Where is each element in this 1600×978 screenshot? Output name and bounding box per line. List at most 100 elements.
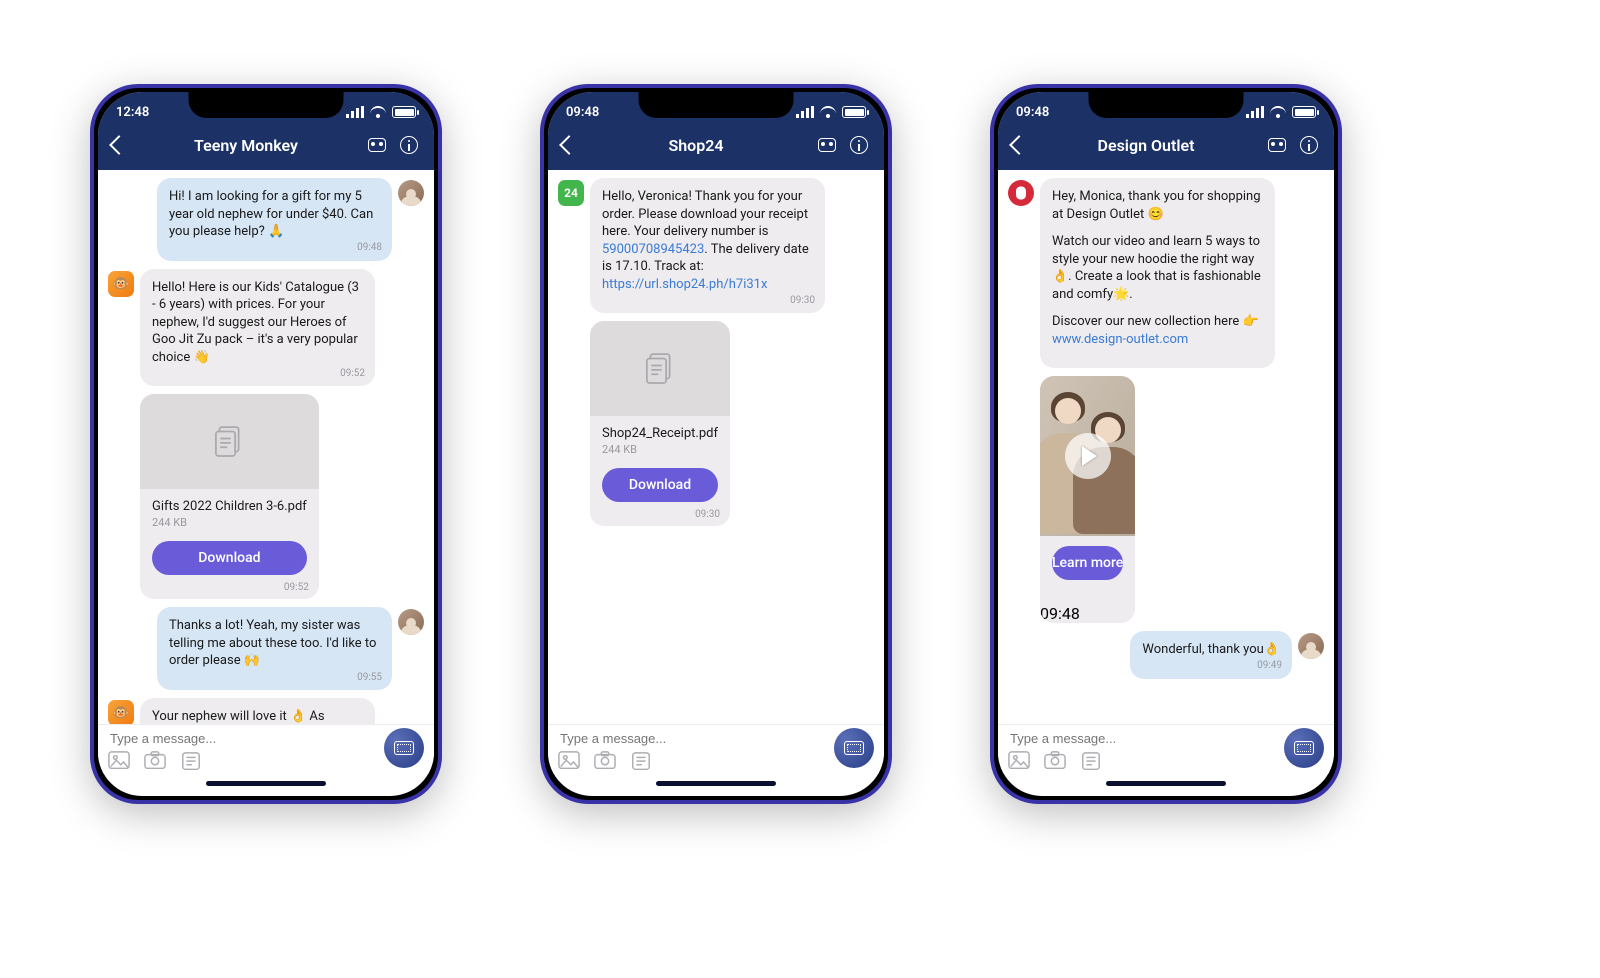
signal-icon (346, 106, 364, 118)
user-avatar (1298, 633, 1324, 659)
phone-notch (1089, 92, 1244, 118)
phone-screen: 09:48 Shop24 24 Hello, Veronica! Thank you … (548, 92, 884, 796)
document-icon (208, 421, 250, 463)
phone-frame: 09:48 Shop24 24 Hello, Veronica! Thank you … (540, 84, 892, 804)
chat-title: Design Outlet (1036, 136, 1256, 155)
chat-title: Shop24 (586, 136, 806, 155)
phone-notch (189, 92, 344, 118)
phone-frame: 12:48Teeny MonkeyHi! I am looking for a … (90, 84, 442, 804)
keyboard-toggle-button[interactable] (834, 728, 874, 768)
message-input[interactable] (1008, 727, 1272, 749)
battery-icon (1292, 106, 1316, 118)
navbar: Design Outlet (998, 126, 1334, 170)
keyboard-icon (1294, 741, 1314, 755)
back-button[interactable] (1009, 135, 1029, 155)
camera-icon[interactable] (144, 751, 166, 771)
note-icon[interactable] (1080, 751, 1102, 771)
composer (998, 724, 1334, 774)
message-text: Thanks a lot! Yeah, my sister was tellin… (169, 617, 380, 670)
bot-avatar: 24 (558, 180, 584, 206)
signal-icon (1246, 106, 1264, 118)
download-button[interactable]: Download (152, 541, 307, 575)
bot-avatar (108, 271, 134, 297)
message-row: Learn more 09:48 (1008, 376, 1324, 623)
info-button[interactable] (848, 134, 870, 156)
bot-menu-button[interactable] (366, 134, 388, 156)
link[interactable]: 59000708945423 (602, 242, 704, 257)
message-row: Thanks a lot! Yeah, my sister was tellin… (108, 607, 424, 690)
chat-area: 24 Hello, Veronica! Thank you for your or… (548, 170, 884, 724)
video-attachment: Learn more 09:48 (1040, 376, 1135, 623)
bot-icon (818, 138, 836, 152)
keyboard-icon (844, 741, 864, 755)
phone-notch (639, 92, 794, 118)
message-text: Your nephew will love it 👌 As requested … (152, 708, 363, 724)
message-row: Gifts 2022 Children 3-6.pdf244 KBDownloa… (108, 394, 424, 599)
message-timestamp: 09:49 (1257, 659, 1282, 673)
back-button[interactable] (109, 135, 129, 155)
keyboard-icon (394, 741, 414, 755)
note-icon[interactable] (630, 751, 652, 771)
phone-screen: 12:48Teeny MonkeyHi! I am looking for a … (98, 92, 434, 796)
status-time: 09:48 (566, 105, 599, 120)
message-text: Hello! Here is our Kids' Catalogue (3 - … (152, 279, 363, 367)
document-icon (639, 348, 681, 390)
download-button[interactable]: Download (602, 468, 718, 502)
bot-menu-button[interactable] (816, 134, 838, 156)
signal-icon (796, 106, 814, 118)
keyboard-toggle-button[interactable] (1284, 728, 1324, 768)
message-timestamp: 09:48 (357, 241, 382, 255)
message-input[interactable] (558, 727, 822, 749)
user-message: Hi! I am looking for a gift for my 5 yea… (157, 178, 392, 261)
message-timestamp: 09:52 (284, 582, 309, 593)
file-name: Gifts 2022 Children 3-6.pdf (152, 499, 307, 514)
wifi-icon (370, 106, 386, 118)
camera-icon[interactable] (1044, 751, 1066, 771)
link[interactable]: https://url.shop24.ph/ (602, 277, 729, 292)
status-time: 09:48 (1016, 105, 1049, 120)
gallery-icon[interactable] (1008, 751, 1030, 771)
chat-title: Teeny Monkey (136, 136, 356, 155)
learn-more-button[interactable]: Learn more (1052, 546, 1123, 580)
gallery-icon[interactable] (558, 751, 580, 771)
back-button[interactable] (559, 135, 579, 155)
message-timestamp: 09:52 (340, 367, 365, 381)
wifi-icon (1270, 106, 1286, 118)
message-row: Hello! Here is our Kids' Catalogue (3 - … (108, 269, 424, 387)
bot-menu-button[interactable] (1266, 134, 1288, 156)
file-name: Shop24_Receipt.pdf (602, 426, 718, 441)
message-input[interactable] (108, 727, 372, 749)
message-timestamp: 09:48 (1040, 604, 1080, 623)
gallery-icon[interactable] (108, 751, 130, 771)
message-timestamp: 09:55 (357, 671, 382, 685)
link[interactable]: www.design-outlet.com (1052, 332, 1188, 347)
bot-icon (368, 138, 386, 152)
camera-icon[interactable] (594, 751, 616, 771)
video-preview[interactable] (1040, 376, 1135, 536)
message-text: Wonderful, thank you👌 (1142, 641, 1280, 659)
chat-area: Hey, Monica, thank you for shopping at D… (998, 170, 1334, 724)
info-icon (850, 136, 868, 154)
bot-icon (1268, 138, 1286, 152)
play-icon (1065, 433, 1111, 479)
chat-area: Hi! I am looking for a gift for my 5 yea… (98, 170, 434, 724)
battery-icon (842, 106, 866, 118)
message-text: Hey, Monica, thank you for shopping at D… (1052, 188, 1263, 348)
info-button[interactable] (398, 134, 420, 156)
info-button[interactable] (1298, 134, 1320, 156)
bot-message: Hello, Veronica! Thank you for your orde… (590, 178, 825, 313)
user-message: Thanks a lot! Yeah, my sister was tellin… (157, 607, 392, 690)
message-row: Wonderful, thank you👌09:49 (1008, 631, 1324, 679)
note-icon[interactable] (180, 751, 202, 771)
file-attachment: Shop24_Receipt.pdf244 KBDownload09:30 (590, 321, 730, 526)
link[interactable]: h7i31x (729, 277, 768, 292)
message-text: Hello, Veronica! Thank you for your orde… (602, 188, 813, 293)
file-preview (590, 321, 730, 416)
keyboard-toggle-button[interactable] (384, 728, 424, 768)
file-attachment: Gifts 2022 Children 3-6.pdf244 KBDownloa… (140, 394, 319, 599)
battery-icon (392, 106, 416, 118)
navbar: Teeny Monkey (98, 126, 434, 170)
bot-message: Your nephew will love it 👌 As requested … (140, 698, 375, 724)
message-row: Hey, Monica, thank you for shopping at D… (1008, 178, 1324, 368)
file-preview (140, 394, 319, 489)
